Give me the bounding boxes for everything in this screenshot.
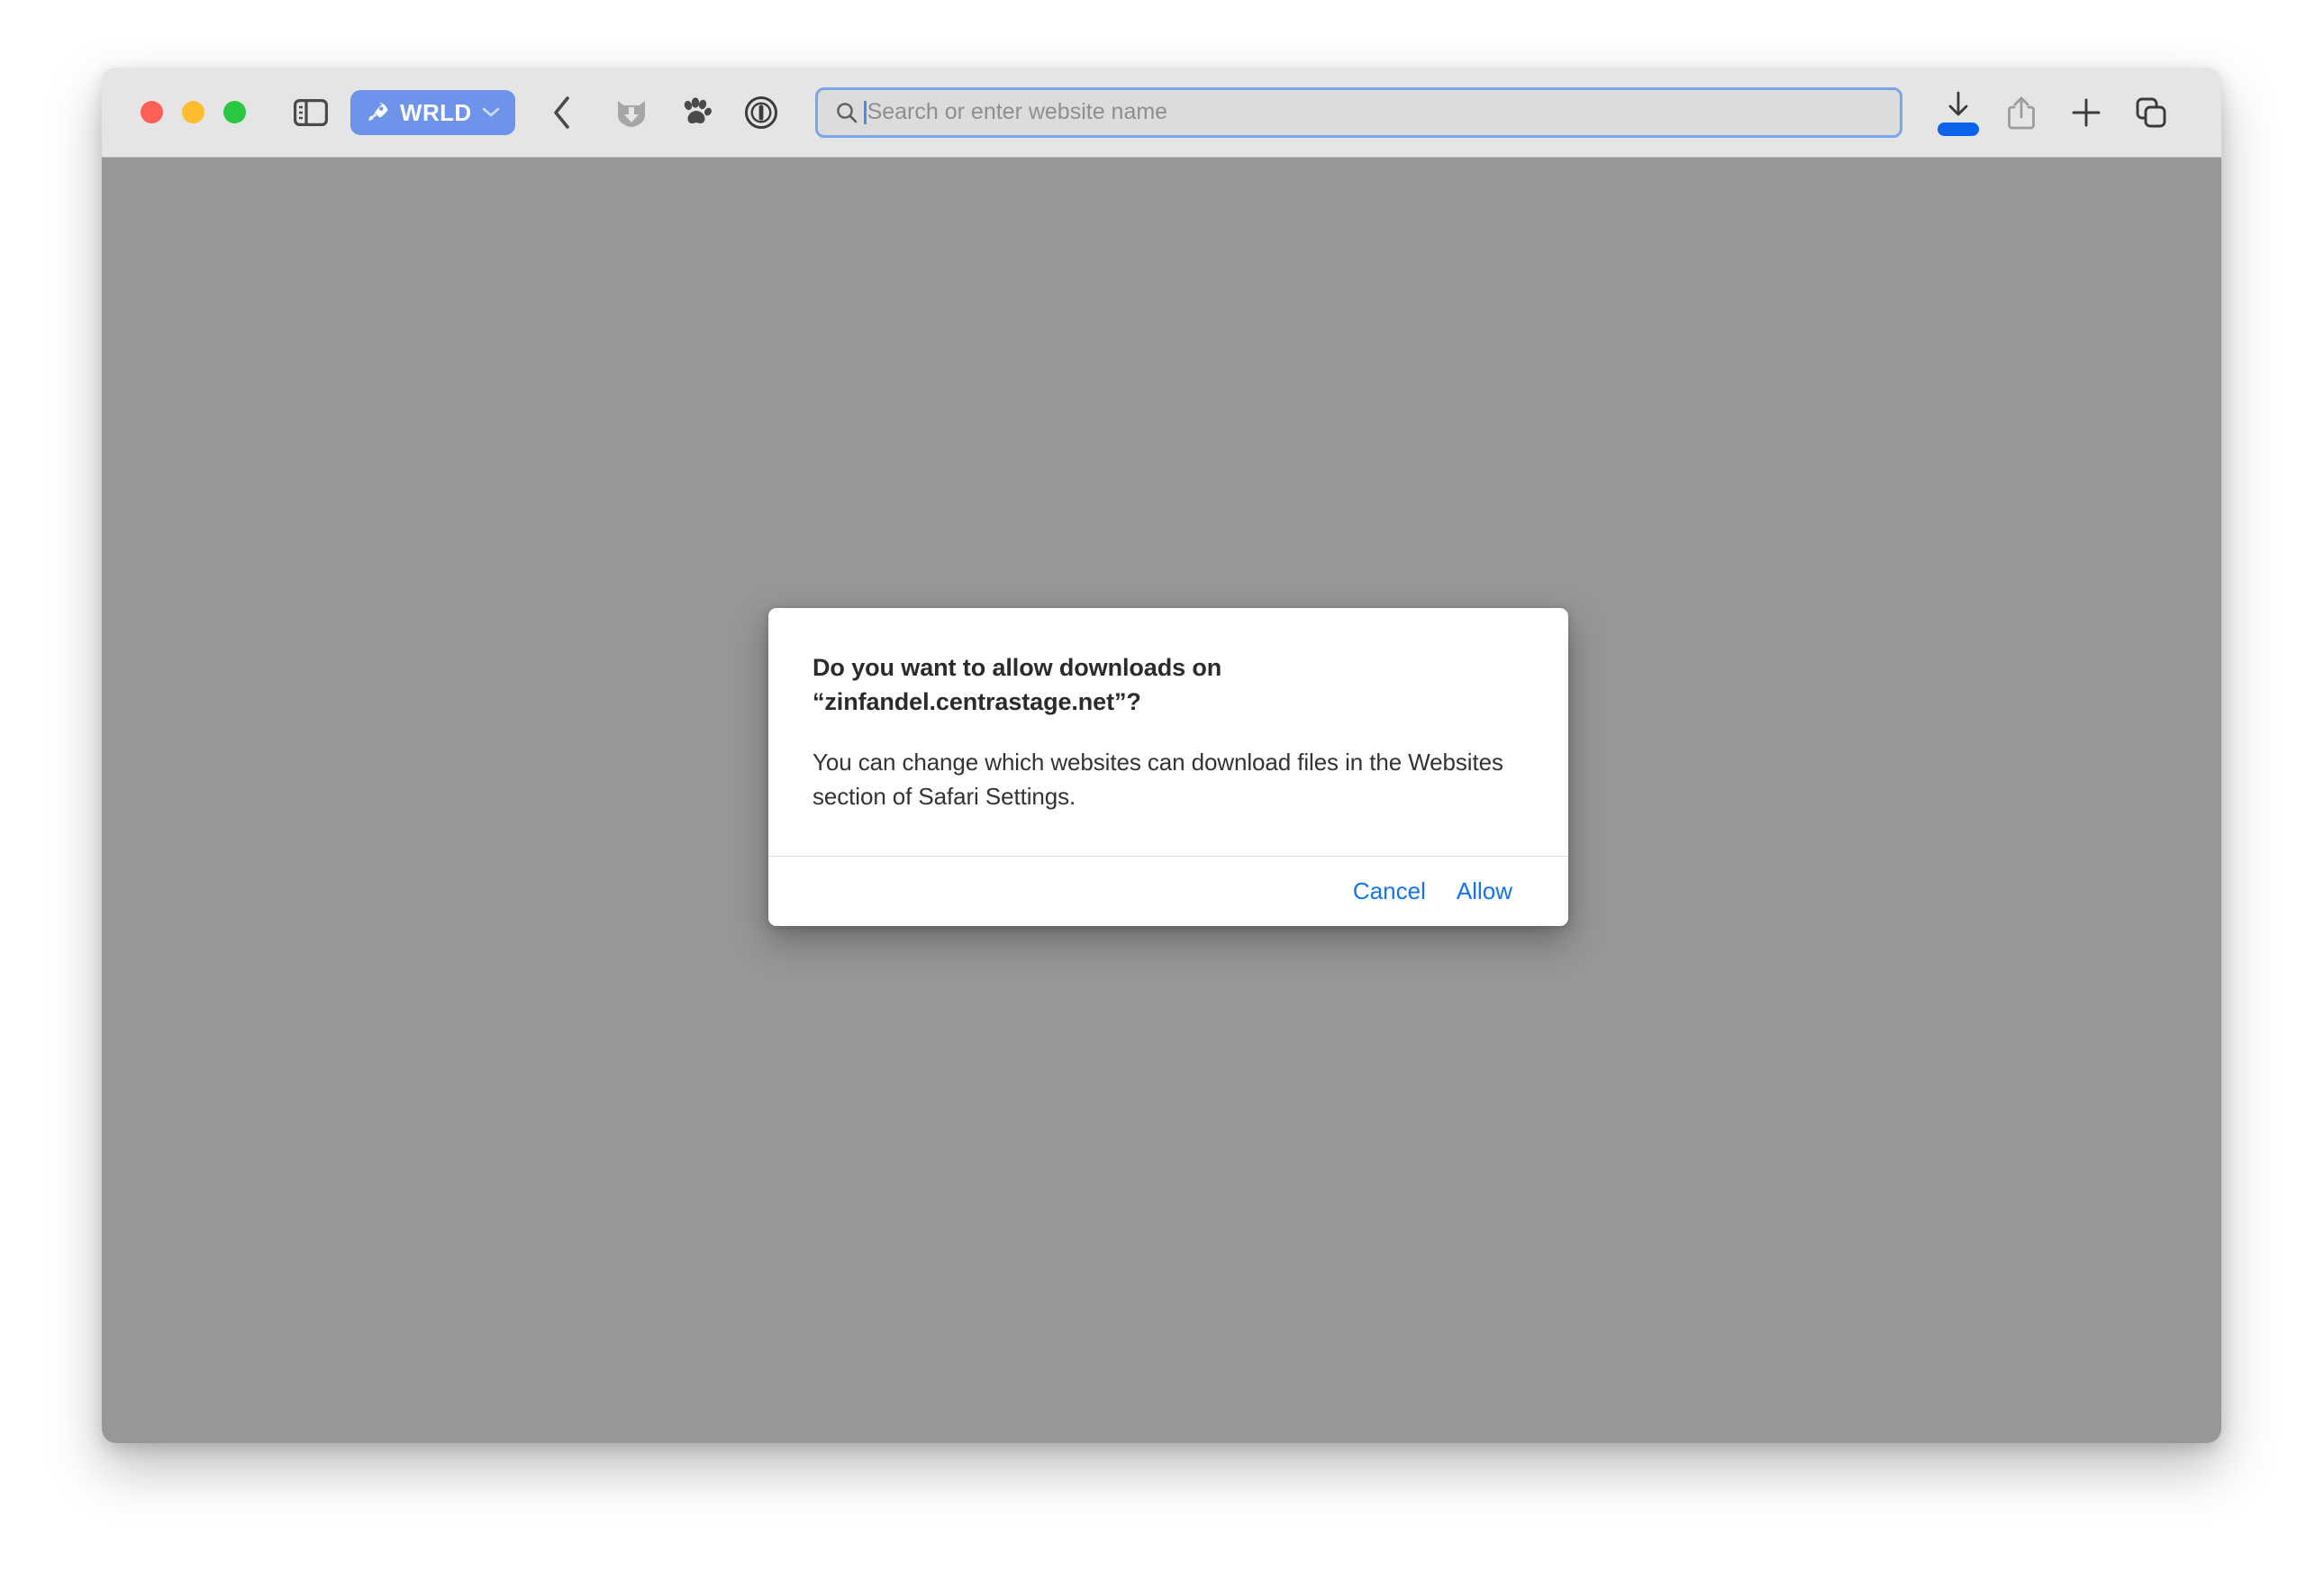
new-tab-button[interactable] bbox=[2054, 85, 2119, 141]
download-arrow-icon bbox=[1948, 91, 1968, 115]
chevron-left-icon bbox=[553, 95, 569, 129]
profile-label: WRLD bbox=[400, 98, 472, 126]
onepassword-extension-button[interactable] bbox=[734, 86, 788, 139]
cancel-button[interactable]: Cancel bbox=[1338, 872, 1441, 910]
sidebar-icon bbox=[294, 98, 328, 126]
paw-print-icon bbox=[684, 96, 712, 123]
address-bar[interactable]: Search or enter website name bbox=[814, 86, 1902, 138]
address-bar-container: Search or enter website name bbox=[814, 86, 1902, 138]
tab-overview-button[interactable] bbox=[2119, 85, 2183, 141]
profile-switcher-button[interactable]: WRLD bbox=[350, 89, 515, 135]
dialog-title: Do you want to allow downloads on “zinfa… bbox=[812, 654, 1222, 715]
copy-tabs-icon bbox=[2136, 97, 2166, 127]
plus-icon bbox=[2072, 98, 2101, 126]
minimize-window-button[interactable] bbox=[182, 101, 204, 123]
toolbar-right-actions bbox=[1928, 85, 2183, 141]
maximize-window-button[interactable] bbox=[223, 101, 246, 123]
paw-extension-button[interactable] bbox=[669, 86, 723, 139]
download-progress-indicator bbox=[1938, 122, 1979, 136]
onepassword-keyhole-icon bbox=[744, 95, 777, 129]
share-button[interactable] bbox=[1989, 85, 2054, 141]
browser-toolbar: WRLD Search or enter website name bbox=[102, 68, 2221, 158]
sidebar-toggle-button[interactable] bbox=[286, 87, 336, 138]
rocket-icon bbox=[368, 102, 388, 121]
dialog-body: Do you want to allow downloads on “zinfa… bbox=[768, 608, 1568, 856]
cat-shield-download-icon bbox=[617, 100, 645, 127]
text-caret bbox=[863, 100, 867, 124]
search-icon bbox=[836, 102, 857, 123]
cat-shield-download-extension-button[interactable] bbox=[604, 86, 658, 139]
downloads-button[interactable] bbox=[1928, 85, 1989, 141]
dialog-footer: Cancel Allow bbox=[768, 855, 1568, 926]
download-permission-dialog: Do you want to allow downloads on “zinfa… bbox=[768, 608, 1568, 926]
share-icon bbox=[2008, 96, 2035, 129]
dialog-message: You can change which websites can downlo… bbox=[812, 749, 1503, 810]
address-bar-placeholder: Search or enter website name bbox=[867, 99, 1168, 124]
back-button[interactable] bbox=[538, 87, 586, 138]
close-window-button[interactable] bbox=[141, 101, 163, 123]
allow-button[interactable]: Allow bbox=[1441, 872, 1528, 910]
chevron-down-icon bbox=[482, 107, 499, 117]
window-traffic-lights bbox=[141, 101, 246, 123]
